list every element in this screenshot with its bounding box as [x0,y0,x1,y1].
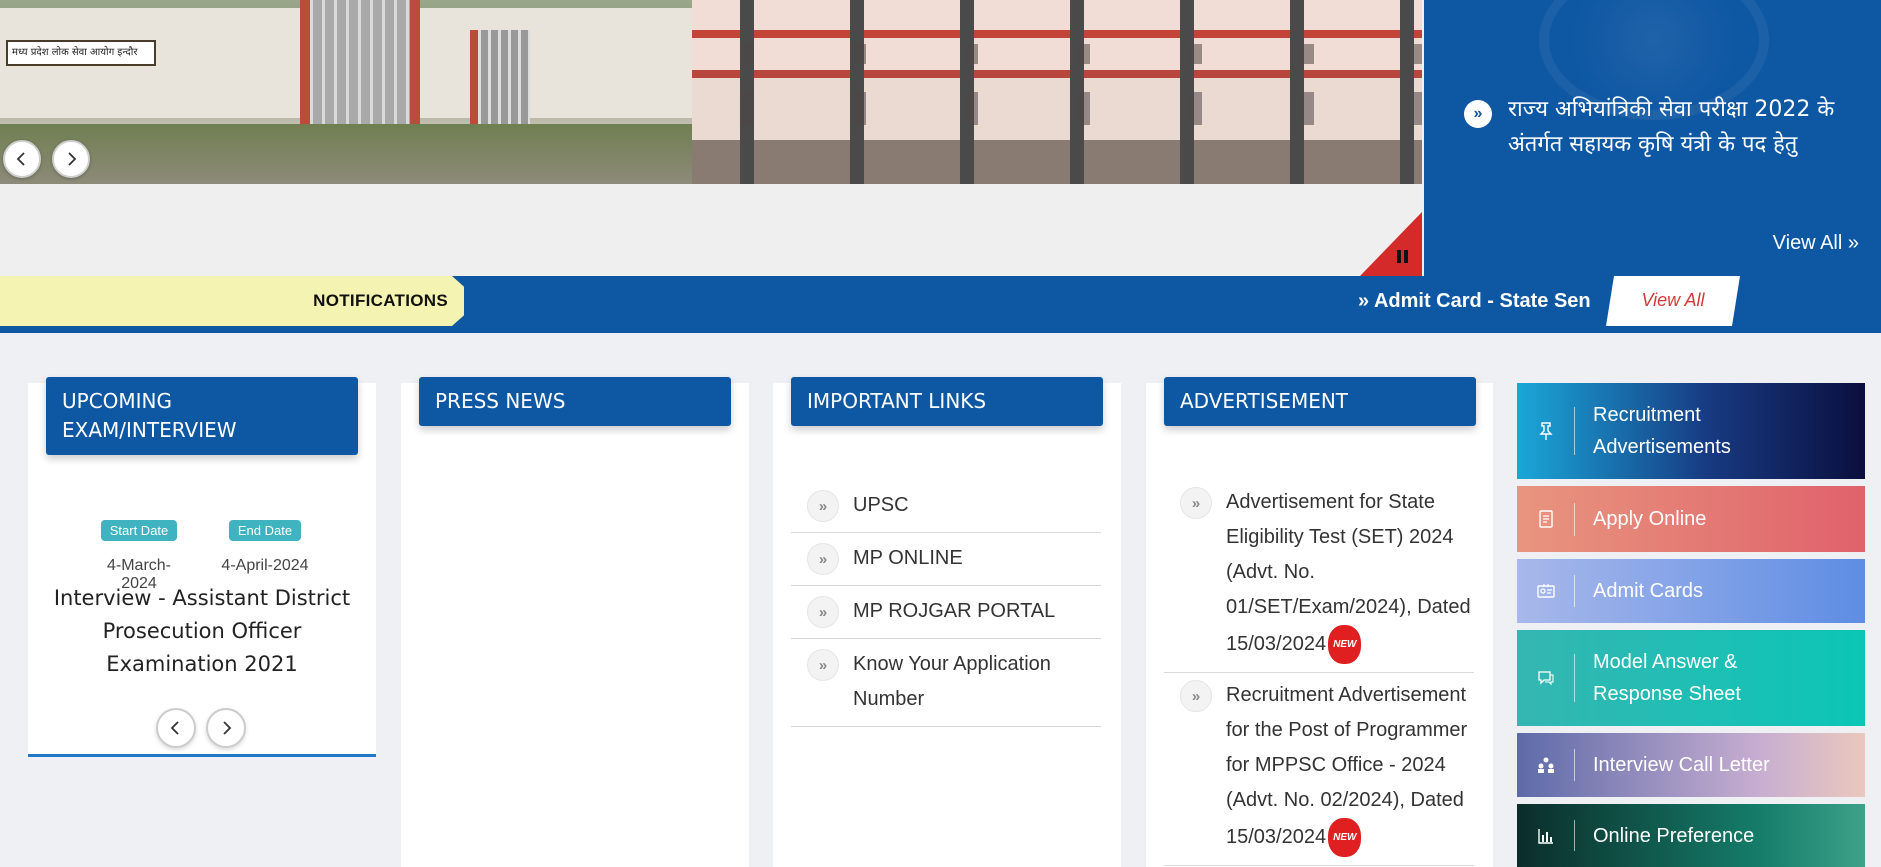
news-item-link[interactable]: राज्य अभियांत्रिकी सेवा परीक्षा 2022 के … [1508,92,1848,172]
advertisement-card: ADVERTISEMENT » Advertisement for State … [1146,377,1493,867]
link-upsc[interactable]: » UPSC [791,480,1101,533]
double-chevron-icon: » [807,543,839,575]
press-news-heading: PRESS NEWS [419,377,731,426]
press-news-card: PRESS NEWS [401,377,749,867]
exam-next-button[interactable] [206,708,246,748]
quick-link-model-answer[interactable]: Model Answer & Response Sheet [1517,630,1865,726]
quick-link-label: Apply Online [1593,508,1707,530]
quick-link-label: Model Answer & Response Sheet [1593,651,1741,705]
link-label: MP ONLINE [853,547,963,569]
hero-image-building [692,0,1422,184]
double-chevron-icon: » [1464,100,1492,128]
quick-link-admit-cards[interactable]: Admit Cards [1517,559,1865,623]
chevron-right-icon [68,152,77,166]
news-scroller-panel: » राज्य अभियांत्रिकी सेवा परीक्षा 2022 क… [1424,0,1881,276]
upcoming-exam-card: UPCOMING EXAM/INTERVIEW Start Date 4-Mar… [28,377,376,757]
bar-chart-icon [1537,828,1553,844]
id-card-icon [1536,584,1555,598]
link-mp-online[interactable]: » MP ONLINE [791,533,1101,586]
hero-gap [0,184,1422,276]
chevron-left-icon [16,152,25,166]
chevron-left-icon [170,721,179,735]
chat-icon [1537,671,1554,686]
link-label: UPSC [853,494,909,516]
pause-icon [1397,250,1401,263]
end-date-value: 4-April-2024 [221,557,309,574]
notifications-view-all-label: View All [1641,290,1705,310]
upcoming-exam-heading: UPCOMING EXAM/INTERVIEW [46,377,358,455]
news-view-all-link[interactable]: View All » [1773,232,1859,255]
quick-link-online-preference[interactable]: Online Preference [1517,804,1865,867]
hero-next-button[interactable] [52,140,90,178]
double-chevron-icon: » [807,596,839,628]
quick-link-label: Online Preference [1593,824,1755,847]
new-badge-icon: NEW [1328,818,1362,857]
hero-prev-button[interactable] [3,140,41,178]
people-icon [1537,757,1554,773]
advertisement-item[interactable]: » Recruitment Advertisement for the Post… [1164,673,1474,866]
hero-image-office-gate: मध्य प्रदेश लोक सेवा आयोग इन्दौर [0,0,692,184]
notifications-view-all-button[interactable]: View All [1606,276,1740,326]
new-badge-icon: NEW [1328,625,1362,664]
exam-title: Interview - Assistant District Prosecuti… [53,586,351,676]
important-links-card: IMPORTANT LINKS » UPSC » MP ONLINE » MP … [773,377,1121,867]
double-chevron-icon: » [807,649,839,681]
start-date-badge: Start Date [100,520,178,541]
notification-ticker: » Admit Card - State Sen [390,276,1616,333]
chevron-right-icon [223,721,232,735]
ticker-item-link[interactable]: » Admit Card - State Sen [1358,290,1591,313]
double-chevron-icon: » [807,490,839,522]
link-label: Know Your Application Number [853,653,1051,710]
quick-link-apply-online[interactable]: Apply Online [1517,486,1865,552]
important-links-heading: IMPORTANT LINKS [791,377,1103,426]
double-chevron-icon: » [1180,487,1212,519]
double-chevron-icon: » [1180,680,1212,712]
quick-link-interview-call-letter[interactable]: Interview Call Letter [1517,733,1865,797]
advertisement-item[interactable]: » Advertisement for State Eligibility Te… [1164,480,1474,673]
quick-link-label: Interview Call Letter [1593,754,1770,776]
quick-link-label: Recruitment Advertisements [1593,404,1731,458]
advertisement-heading: ADVERTISEMENT [1164,377,1476,426]
form-icon [1538,510,1553,528]
link-know-application-number[interactable]: » Know Your Application Number [791,639,1101,727]
end-date-badge: End Date [228,520,302,541]
link-mp-rojgar-portal[interactable]: » MP ROJGAR PORTAL [791,586,1101,639]
quick-link-recruitment-advertisements[interactable]: Recruitment Advertisements [1517,383,1865,479]
link-label: MP ROJGAR PORTAL [853,600,1056,622]
pin-icon [1538,422,1553,440]
exam-prev-button[interactable] [156,708,196,748]
office-sign: मध्य प्रदेश लोक सेवा आयोग इन्दौर [6,40,156,66]
slider-pause-button[interactable] [1360,212,1422,276]
quick-link-label: Admit Cards [1593,580,1704,602]
